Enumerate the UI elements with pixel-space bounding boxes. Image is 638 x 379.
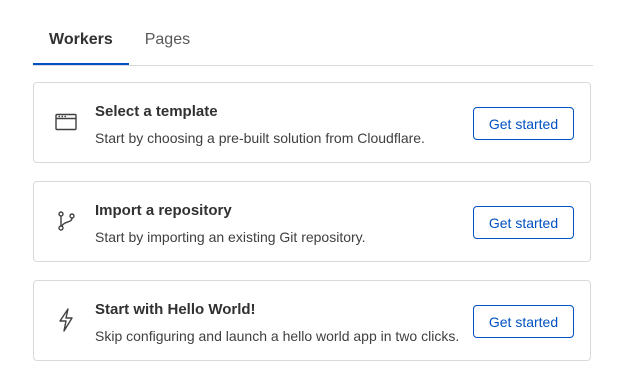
get-started-button-repository[interactable]: Get started — [473, 206, 574, 239]
get-started-button-hello-world[interactable]: Get started — [473, 305, 574, 338]
tab-bar: Workers Pages — [33, 24, 593, 66]
card-description: Start by importing an existing Git repos… — [95, 229, 366, 245]
tab-pages[interactable]: Pages — [129, 24, 206, 64]
card-description: Skip configuring and launch a hello worl… — [95, 328, 460, 344]
card-title: Select a template — [95, 103, 218, 120]
get-started-button-template[interactable]: Get started — [473, 107, 574, 140]
card-select-template: Select a template Start by choosing a pr… — [33, 82, 591, 163]
card-hello-world: Start with Hello World! Skip configuring… — [33, 280, 591, 361]
lightning-bolt-icon — [54, 308, 78, 332]
browser-window-icon — [54, 110, 78, 134]
tab-workers[interactable]: Workers — [33, 24, 129, 65]
card-title: Import a repository — [95, 202, 232, 219]
card-description: Start by choosing a pre-built solution f… — [95, 130, 425, 146]
git-branch-icon — [54, 209, 78, 233]
card-title: Start with Hello World! — [95, 301, 256, 318]
card-import-repository: Import a repository Start by importing a… — [33, 181, 591, 262]
